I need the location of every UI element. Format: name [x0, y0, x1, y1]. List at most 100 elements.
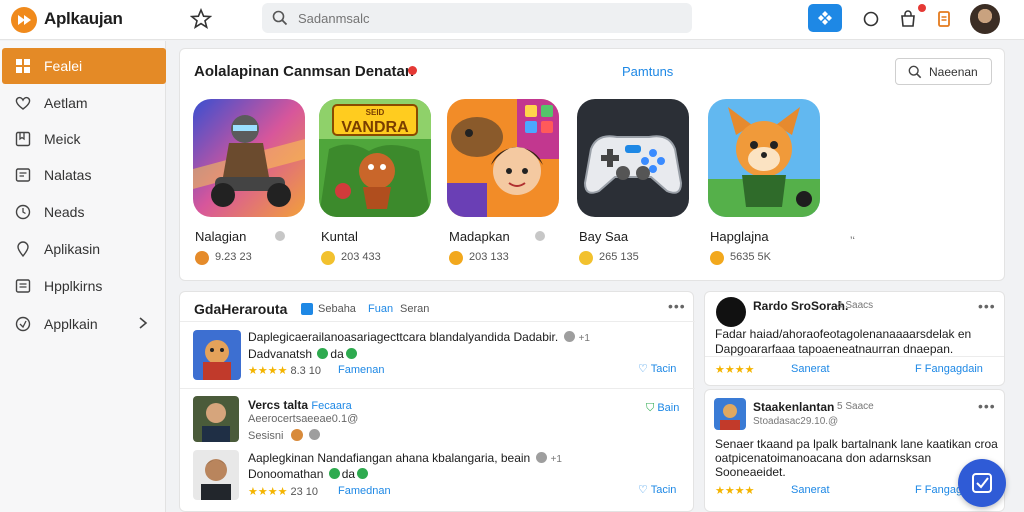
review-body: Dapgoararfaaa tapoaeneatnaurran dnaepan. — [715, 342, 954, 356]
sidebar-item-label: Fealei — [44, 58, 83, 74]
author-handle: Aeerocertsaeeae0.1@ — [248, 413, 359, 425]
sidebar-item-settings[interactable]: Applkain — [2, 306, 166, 342]
top-bar: Aplkaujan — [0, 0, 1024, 40]
live-dot — [408, 66, 417, 75]
more-options-icon[interactable]: ••• — [978, 298, 996, 314]
post-subtitle: Dadvanatsh da — [248, 347, 359, 361]
review-handle: Stoadasac29.10.@ — [753, 416, 839, 427]
sidebar-item-messages[interactable]: Nalatas — [2, 157, 166, 193]
search-icon — [272, 10, 288, 26]
logo-arrow-icon — [18, 15, 31, 25]
author-name: Vercs talta Fecaara — [248, 398, 352, 412]
search-bar[interactable] — [262, 3, 692, 33]
search-icon — [908, 65, 922, 79]
feed-tag-secondary[interactable]: Fuan — [368, 303, 393, 315]
more-options-icon[interactable]: ••• — [668, 298, 686, 314]
author-meta: Sesisni — [248, 429, 320, 442]
heart-icon — [15, 96, 31, 110]
sidebar-item-bookmarks[interactable]: Meick — [2, 121, 166, 157]
post-text: Daplegicaerailanoasariagecttcara blandal… — [248, 330, 590, 344]
notification-badge — [918, 4, 926, 12]
sidebar-item-apps[interactable]: Aplikasin — [2, 231, 166, 267]
download-icon — [449, 251, 463, 265]
circle-icon[interactable] — [861, 9, 881, 29]
sidebar-item-label: Hpplkirns — [44, 278, 103, 294]
feed-tag[interactable]: Sebaha — [318, 303, 356, 315]
post-text: Aaplegkinan Nandafiangan ahana kbalangar… — [248, 451, 562, 465]
vandra-top-text: SEID — [366, 108, 385, 117]
app-icon-fox[interactable] — [708, 99, 820, 217]
author-avatar[interactable] — [193, 396, 239, 442]
more-options-icon[interactable]: ••• — [978, 398, 996, 414]
compose-button[interactable] — [958, 459, 1006, 507]
edit-icon — [972, 473, 992, 493]
post-link[interactable]: Famednan — [338, 485, 391, 497]
app-name: Bay Saa — [579, 229, 629, 244]
review-link[interactable]: Sanerat — [791, 484, 830, 496]
info-icon — [536, 452, 548, 463]
post-subtitle: Donoomathan da — [248, 467, 370, 481]
post-link[interactable]: Famenan — [338, 364, 384, 376]
apps-button[interactable] — [808, 4, 842, 32]
like-button[interactable]: ♡ Tacin — [638, 362, 676, 375]
app-stat: 5635 5K — [730, 251, 771, 263]
shield-action[interactable]: ⛉ Bain — [646, 402, 679, 415]
app-stat: 203 133 — [469, 251, 509, 263]
review-link-secondary[interactable]: F Fangagdain — [915, 363, 983, 375]
rating: ★★★★ 23 10 — [248, 486, 318, 498]
feed-title: GdaHerarouta — [194, 301, 288, 317]
app-icon-vandra[interactable]: SEID VANDRA — [319, 99, 431, 217]
divider — [180, 388, 695, 389]
pin-icon — [17, 241, 29, 258]
bag-icon[interactable] — [898, 9, 918, 29]
sidebar-item-history[interactable]: Neads — [2, 194, 166, 230]
sidebar-item-favorites[interactable]: Aetlam — [2, 85, 166, 121]
star-icon[interactable] — [190, 8, 212, 30]
message-icon — [15, 168, 31, 182]
post-thumbnail[interactable] — [193, 450, 239, 500]
download-icon — [321, 251, 335, 265]
review-card: Rardo SroSorah. 4 Saacs ••• Fadar haiad/… — [704, 291, 1005, 386]
app-name: Nalagian — [195, 229, 247, 244]
tab-featured[interactable]: Pamtuns — [622, 64, 673, 79]
info-icon — [564, 331, 576, 342]
filter-button-label: Naeenan — [929, 65, 978, 79]
review-meta: 5 Saace — [837, 401, 874, 412]
app-stat: 203 433 — [341, 251, 381, 263]
author-avatar[interactable] — [714, 398, 746, 430]
app-icon-controller[interactable] — [577, 99, 689, 217]
app-stat: 9.23 23 — [215, 251, 252, 263]
user-avatar[interactable] — [970, 4, 1000, 34]
info-icon[interactable] — [535, 231, 545, 241]
sidebar-item-lists[interactable]: Hpplkirns — [2, 268, 166, 304]
featured-title: Aolalapinan Canmsan Denatan — [194, 63, 415, 80]
app-logo[interactable] — [11, 7, 37, 33]
review-link[interactable]: Sanerat — [791, 363, 830, 375]
post-thumbnail[interactable] — [193, 330, 241, 380]
sidebar-item-label: Neads — [44, 204, 85, 220]
sidebar-item-label: Aplikasin — [44, 241, 101, 257]
sidebar-item-home[interactable]: Fealei — [2, 48, 166, 84]
document-icon[interactable] — [934, 9, 954, 29]
rating: ★★★★ — [715, 364, 755, 376]
feed-tag-tertiary[interactable]: Seran — [400, 303, 429, 315]
clock-icon — [15, 204, 31, 220]
download-icon — [195, 251, 209, 265]
like-button[interactable]: ♡ Tacin — [638, 483, 676, 496]
sidebar: Fealei Aetlam Meick Nalatas Neads Aplika… — [0, 41, 166, 512]
rating: ★★★★ 8.3 10 — [248, 365, 322, 377]
loading-indicator: ’‘ — [850, 235, 855, 247]
review-title: Rardo SroSorah. — [753, 299, 849, 313]
app-icon-girl[interactable] — [447, 99, 559, 217]
filter-button[interactable]: Naeenan — [895, 58, 992, 85]
review-body: Senaer tkaand pa lpalk bartalnank lane k… — [715, 437, 998, 451]
chevron-right-icon[interactable] — [138, 316, 148, 330]
review-body: oatpicenatoimanoacana don adarnsksan — [715, 451, 932, 465]
app-icon-racer[interactable] — [193, 99, 305, 217]
download-icon — [710, 251, 724, 265]
author-avatar[interactable] — [716, 297, 746, 327]
info-icon[interactable] — [275, 231, 285, 241]
search-input[interactable] — [298, 8, 678, 28]
divider — [180, 321, 695, 322]
review-meta: 4 Saacs — [837, 300, 874, 311]
